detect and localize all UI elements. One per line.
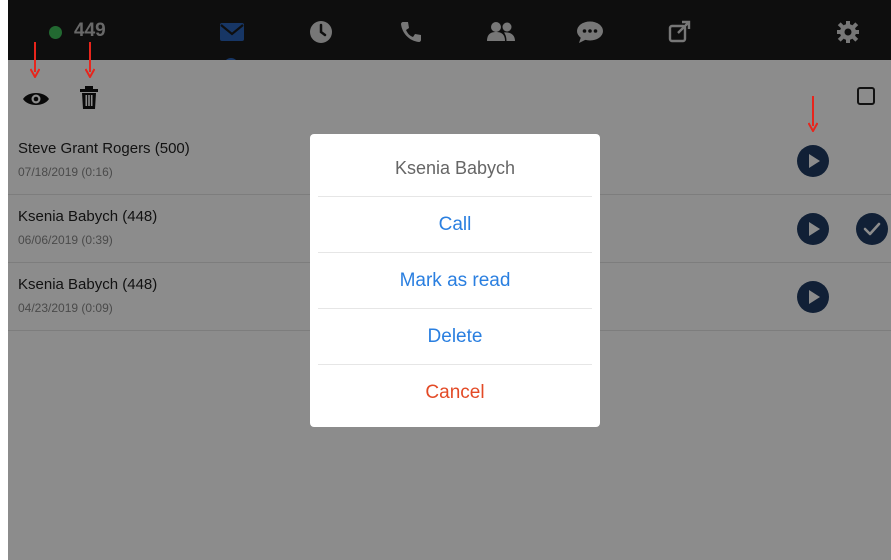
voicemail-actions-dialog: Ksenia Babych Call Mark as read Delete C… (310, 134, 600, 427)
delete-button[interactable]: Delete (318, 308, 592, 364)
annotation-arrow-icon (84, 42, 96, 80)
mark-as-read-button[interactable]: Mark as read (318, 252, 592, 308)
annotation-arrow-icon (29, 42, 41, 80)
cancel-button[interactable]: Cancel (318, 364, 592, 420)
call-button[interactable]: Call (318, 196, 592, 252)
annotation-arrow-icon (807, 96, 819, 134)
dialog-title: Ksenia Babych (394, 158, 516, 178)
